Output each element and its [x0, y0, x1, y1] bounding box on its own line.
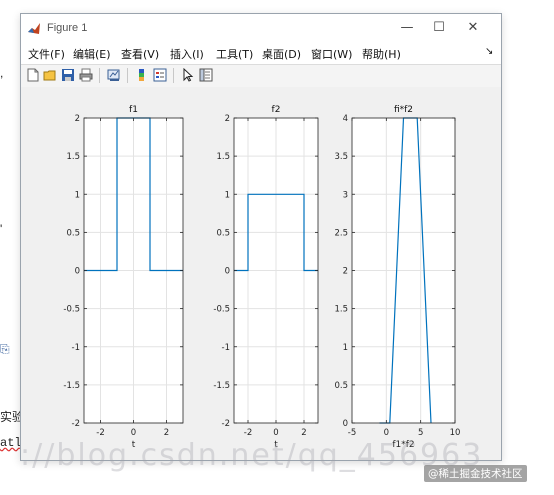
menu-desktop[interactable]: 桌面(D): [262, 46, 301, 62]
print-icon[interactable]: [79, 68, 93, 82]
x-tick-label: 5: [418, 428, 423, 438]
y-tick-label: 2.5: [334, 228, 348, 238]
y-tick-label: -0.5: [213, 305, 230, 315]
y-tick-label: 3: [343, 190, 348, 200]
y-tick-label: 1.5: [66, 152, 80, 162]
edit-plot-icon[interactable]: [181, 68, 195, 82]
y-tick-label: 0: [225, 267, 230, 277]
title-bar[interactable]: Figure 1 — ☐ ✕: [21, 14, 501, 44]
link-plot-icon[interactable]: [107, 68, 121, 82]
subplot-title: f2: [272, 105, 281, 115]
window-title: Figure 1: [47, 22, 88, 34]
y-tick-label: 1.5: [216, 152, 230, 162]
link-icon: ⎘: [0, 342, 10, 356]
menu-help[interactable]: 帮助(H): [362, 46, 401, 62]
y-tick-label: 0.5: [334, 381, 348, 391]
site-badge: @稀土掘金技术社区: [424, 465, 527, 482]
x-tick-label: 0: [384, 428, 389, 438]
y-tick-label: 0: [75, 267, 80, 277]
y-tick-label: 3.5: [334, 152, 348, 162]
subplots-canvas: -2-1.5-1-0.500.511.52-2 0 2f1t-2-1.5-1-0.5…: [63, 105, 461, 450]
y-tick-label: 2: [75, 114, 80, 124]
x-tick-label: 0: [273, 428, 278, 438]
y-tick-label: 4: [343, 114, 348, 124]
y-tick-label: -1: [222, 343, 230, 353]
subplot-title: fi*f2: [394, 105, 413, 115]
x-tick-label: 0: [131, 428, 136, 438]
close-button[interactable]: ✕: [461, 18, 485, 38]
plot-area: -2 -1.5 -1 -0.5 0 0.5 1 1.5 2 -2 0 2 f1 t -2 -1.5 -1 -0.5…: [21, 87, 501, 460]
menu-window[interactable]: 窗口(W): [311, 46, 352, 62]
subplot-title: f1: [129, 105, 138, 115]
x-tick-label: -5: [348, 428, 356, 438]
y-tick-label: 0.5: [66, 228, 80, 238]
matlab-logo-icon: [27, 21, 42, 36]
menu-file[interactable]: 文件(F): [28, 46, 65, 62]
y-tick-label: 2: [225, 114, 230, 124]
minimize-button[interactable]: —: [395, 18, 419, 38]
toolbar-separator: [99, 68, 100, 83]
y-tick-label: 1: [343, 343, 348, 353]
property-inspector-icon[interactable]: [199, 68, 213, 82]
toolbar-separator: [127, 68, 128, 83]
insert-legend-icon[interactable]: [153, 68, 167, 82]
x-tick-label: 10: [450, 428, 461, 438]
y-tick-label: 0.5: [216, 228, 230, 238]
x-tick-label: -2: [244, 428, 252, 438]
y-tick-label: 1: [225, 190, 230, 200]
y-tick-label: -1.5: [213, 381, 230, 391]
menu-view[interactable]: 查看(V): [121, 46, 159, 62]
open-file-icon[interactable]: [43, 68, 57, 82]
dock-arrow-icon[interactable]: ↘: [485, 46, 493, 57]
x-tick-label: 2: [301, 428, 306, 438]
y-tick-label: -2: [222, 419, 230, 429]
toolbar-separator: [173, 68, 174, 83]
menu-bar: 文件(F) 编辑(E) 查看(V) 插入(I) 工具(T) 桌面(D) 窗口(W…: [21, 44, 501, 65]
bg-text-fragment: ,: [0, 66, 4, 80]
menu-edit[interactable]: 编辑(E): [73, 46, 111, 62]
save-icon[interactable]: [61, 68, 75, 82]
x-tick-label: -2: [96, 428, 104, 438]
maximize-button[interactable]: ☐: [427, 18, 451, 38]
y-tick-label: 1: [75, 190, 80, 200]
new-figure-icon[interactable]: [26, 68, 40, 82]
insert-colorbar-icon[interactable]: [135, 68, 149, 82]
bg-text-fragment: ': [0, 222, 3, 236]
y-tick-label: 1.5: [334, 305, 348, 315]
y-tick-label: -0.5: [63, 305, 80, 315]
watermark-text: ://blog.csdn.net/qq_456963: [20, 438, 484, 473]
toolbar: [21, 65, 501, 88]
x-tick-label: 2: [164, 428, 169, 438]
figure-window: Figure 1 — ☐ ✕ 文件(F) 编辑(E) 查看(V) 插入(I) 工…: [20, 13, 502, 461]
y-tick-label: -1.5: [63, 381, 80, 391]
menu-insert[interactable]: 插入(I): [170, 46, 204, 62]
y-tick-label: -1: [72, 343, 80, 353]
y-tick-label: 2: [343, 267, 348, 277]
menu-tools[interactable]: 工具(T): [216, 46, 253, 62]
y-tick-label: -2: [72, 419, 80, 429]
